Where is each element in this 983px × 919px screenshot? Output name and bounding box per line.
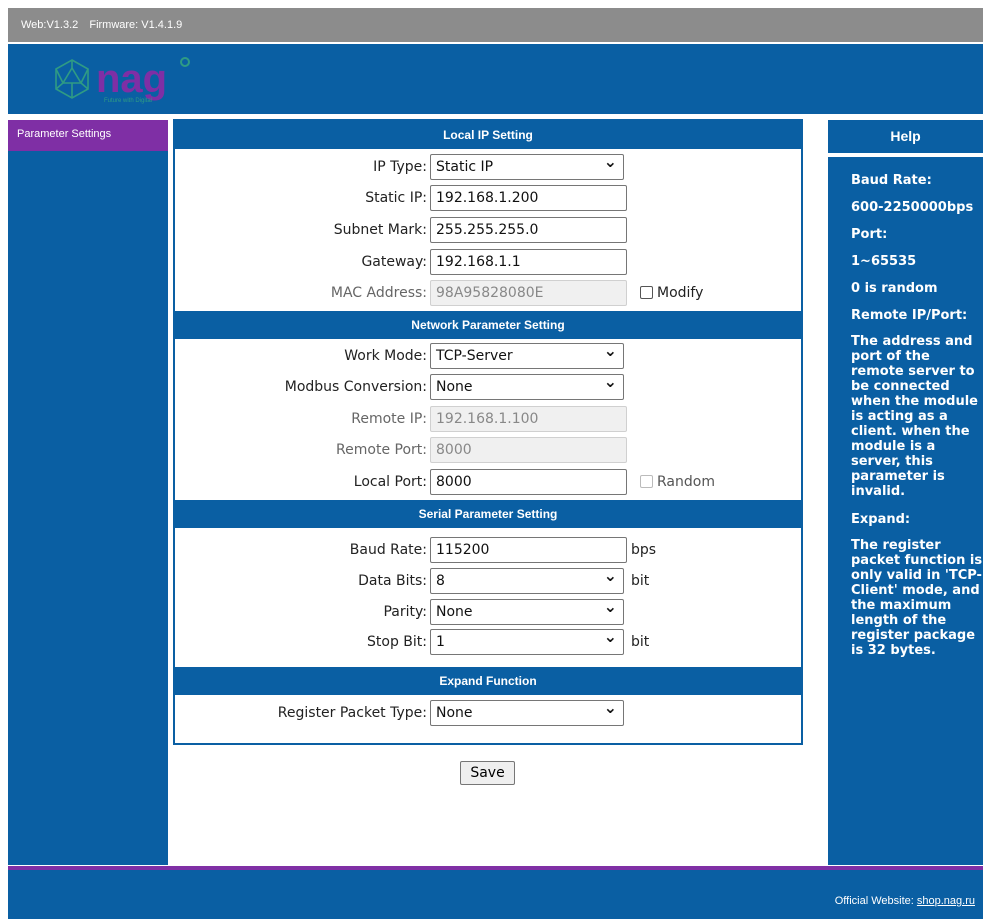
- remote-port-input[interactable]: 8000: [430, 437, 627, 463]
- row-register-packet: Register Packet Type: None: [175, 700, 801, 726]
- help-panel: Help Baud Rate: 600-2250000bps Port: 1~6…: [828, 120, 983, 865]
- svg-text:nag: nag: [96, 57, 167, 101]
- web-version: Web:V1.3.2: [21, 19, 79, 31]
- baud-unit: bps: [631, 542, 657, 558]
- nag-logo: nag Future with Digital: [55, 57, 190, 104]
- section-local-ip-title: Local IP Setting: [175, 121, 801, 149]
- section-network-title: Network Parameter Setting: [175, 311, 801, 339]
- static-ip-input[interactable]: 192.168.1.200: [430, 185, 627, 211]
- row-data-bits: Data Bits: 8 bit: [175, 568, 801, 594]
- gateway-label: Gateway:: [361, 254, 427, 270]
- register-packet-label: Register Packet Type:: [277, 705, 427, 721]
- subnet-input[interactable]: 255.255.255.0: [430, 217, 627, 243]
- modbus-select[interactable]: None: [430, 374, 624, 400]
- row-local-port: Local Port: 8000 Random: [175, 469, 801, 495]
- version-bar: Web:V1.3.2 Firmware: V1.4.1.9: [8, 8, 983, 42]
- help-baud-range: 600-2250000bps: [851, 200, 974, 215]
- parity-select[interactable]: None: [430, 599, 624, 625]
- footer: Official Website: shop.nag.ru: [8, 870, 983, 919]
- row-modbus: Modbus Conversion: None: [175, 374, 801, 400]
- mac-label: MAC Address:: [330, 285, 427, 301]
- parity-label: Parity:: [383, 604, 427, 620]
- stop-bit-label: Stop Bit:: [367, 634, 427, 650]
- gateway-input[interactable]: 192.168.1.1: [430, 249, 627, 275]
- data-bits-select[interactable]: 8: [430, 568, 624, 594]
- local-port-label: Local Port:: [353, 474, 427, 490]
- help-body: Baud Rate: 600-2250000bps Port: 1~65535 …: [851, 170, 983, 668]
- ip-type-select[interactable]: Static IP: [430, 154, 624, 180]
- row-parity: Parity: None: [175, 599, 801, 625]
- settings-form: Local IP Setting IP Type: Static IP Stat…: [173, 119, 803, 745]
- baud-rate-label: Baud Rate:: [349, 542, 427, 558]
- static-ip-label: Static IP:: [365, 190, 427, 206]
- mac-input[interactable]: 98A95828080E: [430, 280, 627, 306]
- modify-checkbox[interactable]: [640, 286, 653, 299]
- sidebar: Parameter Settings: [8, 120, 168, 865]
- subnet-label: Subnet Mark:: [333, 222, 427, 238]
- help-port-random: 0 is random: [851, 281, 938, 296]
- sidebar-item-parameter-settings[interactable]: Parameter Settings: [8, 120, 168, 151]
- row-remote-port: Remote Port: 8000: [175, 437, 801, 463]
- row-static-ip: Static IP: 192.168.1.200: [175, 185, 801, 211]
- header-banner: nag Future with Digital: [8, 44, 983, 114]
- stop-bit-select[interactable]: 1: [430, 629, 624, 655]
- help-title: Help: [890, 128, 921, 144]
- data-bits-label: Data Bits:: [358, 573, 427, 589]
- modbus-label: Modbus Conversion:: [284, 379, 427, 395]
- row-stop-bit: Stop Bit: 1 bit: [175, 629, 801, 655]
- help-port-range: 1~65535: [851, 254, 917, 269]
- row-mac: MAC Address: 98A95828080E Modify: [175, 280, 801, 306]
- data-bits-unit: bit: [631, 573, 650, 589]
- remote-port-label: Remote Port:: [336, 442, 427, 458]
- remote-ip-input[interactable]: 192.168.1.100: [430, 406, 627, 432]
- row-remote-ip: Remote IP: 192.168.1.100: [175, 406, 801, 432]
- stop-bit-unit: bit: [631, 634, 650, 650]
- section-expand-title: Expand Function: [175, 667, 801, 695]
- help-remote-heading: Remote IP/Port:: [851, 308, 968, 323]
- row-baud-rate: Baud Rate: 115200 bps: [175, 537, 801, 563]
- section-serial-title: Serial Parameter Setting: [175, 500, 801, 528]
- footer-text: Official Website: shop.nag.ru: [835, 895, 975, 907]
- modify-label: Modify: [657, 285, 704, 301]
- svg-text:Future with Digital: Future with Digital: [104, 98, 152, 104]
- help-port-heading: Port:: [851, 227, 888, 242]
- row-subnet: Subnet Mark: 255.255.255.0: [175, 217, 801, 243]
- remote-ip-label: Remote IP:: [351, 411, 427, 427]
- help-divider: [828, 153, 983, 157]
- local-port-input[interactable]: 8000: [430, 469, 627, 495]
- official-website-link[interactable]: shop.nag.ru: [917, 895, 975, 907]
- row-gateway: Gateway: 192.168.1.1: [175, 249, 801, 275]
- baud-rate-input[interactable]: 115200: [430, 537, 627, 563]
- random-label: Random: [657, 474, 715, 490]
- work-mode-select[interactable]: TCP-Server: [430, 343, 624, 369]
- help-remote-text: The address and port of the remote serve…: [851, 334, 978, 499]
- ip-type-label: IP Type:: [373, 159, 427, 175]
- work-mode-label: Work Mode:: [344, 348, 427, 364]
- random-checkbox[interactable]: [640, 475, 653, 488]
- help-baud-heading: Baud Rate:: [851, 173, 932, 188]
- register-packet-select[interactable]: None: [430, 700, 624, 726]
- help-expand-text: The register packet function is only val…: [851, 538, 983, 658]
- row-work-mode: Work Mode: TCP-Server: [175, 343, 801, 369]
- row-ip-type: IP Type: Static IP: [175, 154, 801, 180]
- firmware-version: Firmware: V1.4.1.9: [89, 19, 183, 31]
- save-button[interactable]: Save: [460, 761, 515, 785]
- help-expand-heading: Expand:: [851, 512, 911, 527]
- footer-label: Official Website:: [834, 895, 914, 907]
